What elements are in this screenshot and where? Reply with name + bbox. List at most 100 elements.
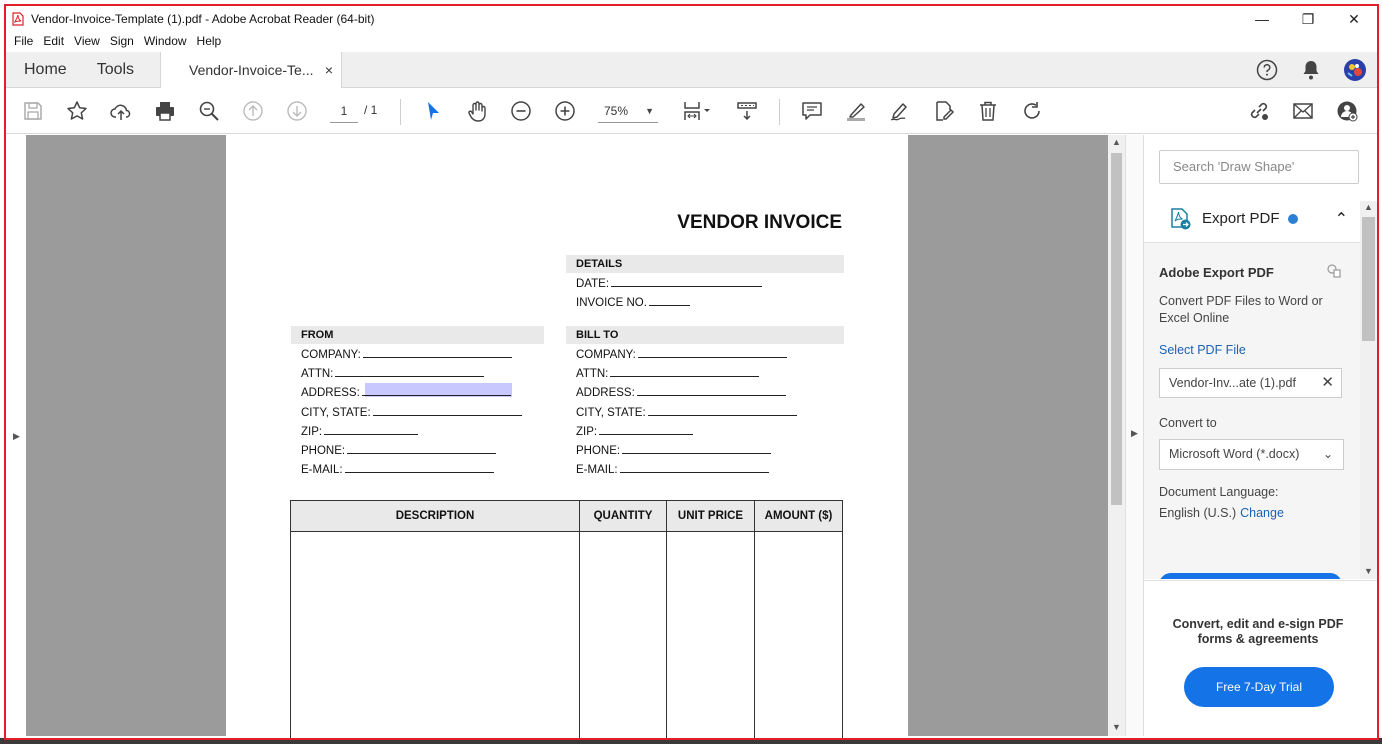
notifications-bell-icon[interactable] bbox=[1289, 52, 1333, 88]
panel-scrollbar-thumb[interactable] bbox=[1362, 217, 1375, 341]
export-panel-body: Adobe Export PDF Convert PDF Files to Wo… bbox=[1144, 243, 1360, 579]
hand-tool-icon[interactable] bbox=[463, 98, 491, 124]
chevron-up-icon[interactable]: ⌃ bbox=[1335, 209, 1348, 229]
cloud-upload-icon[interactable] bbox=[107, 98, 135, 124]
toolbar-divider bbox=[400, 99, 401, 125]
menu-bar: File Edit View Sign Window Help bbox=[6, 32, 1377, 50]
date-field[interactable]: DATE: bbox=[576, 277, 763, 290]
tab-home[interactable]: Home bbox=[6, 52, 82, 88]
print-icon[interactable] bbox=[151, 98, 179, 124]
toolbar: 1 / 1 75% ▼ bbox=[6, 89, 1377, 134]
close-window-button[interactable]: ✕ bbox=[1331, 6, 1377, 32]
chevron-right-icon[interactable]: ▶ bbox=[1131, 428, 1138, 439]
minimize-button[interactable]: — bbox=[1239, 6, 1285, 32]
right-tools-panel: Search 'Draw Shape' Export PDF ⌃ ▲ ▼ Ado… bbox=[1143, 135, 1378, 736]
zoom-in-icon[interactable] bbox=[551, 98, 579, 124]
search-zoom-icon[interactable] bbox=[195, 98, 223, 124]
user-avatar-icon[interactable] bbox=[1333, 52, 1377, 88]
page-fit-icon[interactable] bbox=[678, 98, 716, 124]
delete-trash-icon[interactable] bbox=[974, 98, 1002, 124]
save-icon[interactable] bbox=[19, 98, 47, 124]
doc-language-row: English (U.S.) Change bbox=[1159, 506, 1284, 520]
menu-window[interactable]: Window bbox=[139, 34, 192, 48]
panel-scroll-down-icon[interactable]: ▼ bbox=[1364, 566, 1373, 576]
menu-help[interactable]: Help bbox=[192, 34, 227, 48]
right-panel-collapse[interactable]: ▶ bbox=[1125, 135, 1143, 736]
highlight-pen-icon[interactable] bbox=[842, 98, 870, 124]
selected-file-field[interactable]: Vendor-Inv...ate (1).pdf ✕ bbox=[1159, 368, 1342, 398]
convert-format-dropdown[interactable]: Microsoft Word (*.docx) ⌄ bbox=[1159, 439, 1344, 470]
doc-language-label: Document Language: bbox=[1159, 485, 1279, 499]
menu-sign[interactable]: Sign bbox=[105, 34, 139, 48]
comment-icon[interactable] bbox=[798, 98, 826, 124]
zoom-out-icon[interactable] bbox=[507, 98, 535, 124]
menu-file[interactable]: File bbox=[6, 34, 38, 48]
panel-scrollbar[interactable]: ▲ ▼ bbox=[1360, 201, 1377, 579]
scrolling-mode-icon[interactable] bbox=[733, 98, 761, 124]
quantity-cell[interactable] bbox=[579, 531, 667, 742]
redo-icon[interactable] bbox=[1018, 98, 1046, 124]
from-email-field[interactable]: E-MAIL: bbox=[301, 463, 494, 476]
scroll-down-icon[interactable]: ▼ bbox=[1112, 722, 1121, 732]
table-header-row: DESCRIPTION QUANTITY UNIT PRICE AMOUNT (… bbox=[290, 500, 843, 532]
tab-document[interactable]: Vendor-Invoice-Te... × bbox=[160, 52, 342, 88]
amount-cell[interactable] bbox=[754, 531, 843, 742]
help-icon[interactable] bbox=[1245, 52, 1289, 88]
page-number-input[interactable]: 1 bbox=[330, 101, 358, 123]
from-attn-field[interactable]: ATTN: bbox=[301, 367, 485, 380]
panel-scroll-up-icon[interactable]: ▲ bbox=[1364, 202, 1373, 212]
export-pdf-header[interactable]: Export PDF ⌃ bbox=[1144, 195, 1360, 243]
convert-button[interactable] bbox=[1159, 573, 1342, 579]
bill-attn-field[interactable]: ATTN: bbox=[576, 367, 760, 380]
scroll-up-icon[interactable]: ▲ bbox=[1112, 137, 1121, 147]
from-email-label: E-MAIL: bbox=[301, 464, 343, 476]
details-heading: DETAILS bbox=[566, 255, 844, 273]
from-address-field[interactable]: ADDRESS: bbox=[301, 386, 511, 399]
bill-city-state-field[interactable]: CITY, STATE: bbox=[576, 406, 797, 419]
free-trial-button[interactable]: Free 7-Day Trial bbox=[1184, 667, 1334, 707]
from-zip-field[interactable]: ZIP: bbox=[301, 425, 419, 438]
previous-page-icon[interactable] bbox=[239, 98, 267, 124]
select-pdf-file-link[interactable]: Select PDF File bbox=[1159, 343, 1246, 357]
bookmark-star-icon[interactable] bbox=[63, 98, 91, 124]
promo-section: Convert, edit and e-sign PDF forms & agr… bbox=[1144, 580, 1378, 736]
from-phone-field[interactable]: PHONE: bbox=[301, 444, 497, 457]
menu-edit[interactable]: Edit bbox=[38, 34, 69, 48]
select-cursor-icon[interactable] bbox=[419, 98, 447, 124]
change-language-link[interactable]: Change bbox=[1240, 506, 1284, 520]
draw-freehand-icon[interactable] bbox=[886, 98, 914, 124]
add-user-icon[interactable] bbox=[1333, 98, 1361, 124]
tool-search-input[interactable]: Search 'Draw Shape' bbox=[1159, 150, 1359, 184]
cloud-docs-icon bbox=[1327, 264, 1341, 278]
from-company-field[interactable]: COMPANY: bbox=[301, 348, 512, 361]
bill-email-field[interactable]: E-MAIL: bbox=[576, 463, 769, 476]
left-panel-toggle-icon[interactable]: ▶ bbox=[13, 431, 20, 442]
next-page-icon[interactable] bbox=[283, 98, 311, 124]
bill-zip-field[interactable]: ZIP: bbox=[576, 425, 694, 438]
document-viewer[interactable]: ▶ VENDOR INVOICE DETAILS DATE: INVOICE N… bbox=[6, 135, 1108, 742]
col-description: DESCRIPTION bbox=[290, 500, 580, 532]
unit-price-cell[interactable] bbox=[666, 531, 755, 742]
toolbar-divider bbox=[779, 99, 780, 125]
menu-view[interactable]: View bbox=[69, 34, 105, 48]
bill-to-heading: BILL TO bbox=[566, 326, 844, 344]
scrollbar-thumb[interactable] bbox=[1111, 153, 1122, 505]
bill-company-field[interactable]: COMPANY: bbox=[576, 348, 787, 361]
share-link-icon[interactable] bbox=[1245, 98, 1273, 124]
invoice-no-field[interactable]: INVOICE NO. bbox=[576, 296, 690, 309]
document-scrollbar[interactable]: ▲ ▼ bbox=[1108, 135, 1125, 736]
clear-file-icon[interactable]: ✕ bbox=[1321, 369, 1334, 397]
description-cell[interactable] bbox=[290, 531, 580, 742]
email-envelope-icon[interactable] bbox=[1289, 98, 1317, 124]
fill-sign-icon[interactable] bbox=[930, 98, 958, 124]
tab-tools[interactable]: Tools bbox=[82, 52, 149, 88]
restore-button[interactable]: ❐ bbox=[1285, 6, 1331, 32]
zoom-level-dropdown[interactable]: 75% ▼ bbox=[598, 101, 658, 123]
chevron-down-icon: ⌄ bbox=[1322, 447, 1333, 461]
bill-address-field[interactable]: ADDRESS: bbox=[576, 386, 786, 399]
pdf-page: VENDOR INVOICE DETAILS DATE: INVOICE NO.… bbox=[226, 135, 908, 742]
line-items-table: DESCRIPTION QUANTITY UNIT PRICE AMOUNT (… bbox=[290, 500, 843, 742]
tab-close-icon[interactable]: × bbox=[325, 62, 333, 78]
bill-phone-field[interactable]: PHONE: bbox=[576, 444, 772, 457]
from-city-state-field[interactable]: CITY, STATE: bbox=[301, 406, 522, 419]
